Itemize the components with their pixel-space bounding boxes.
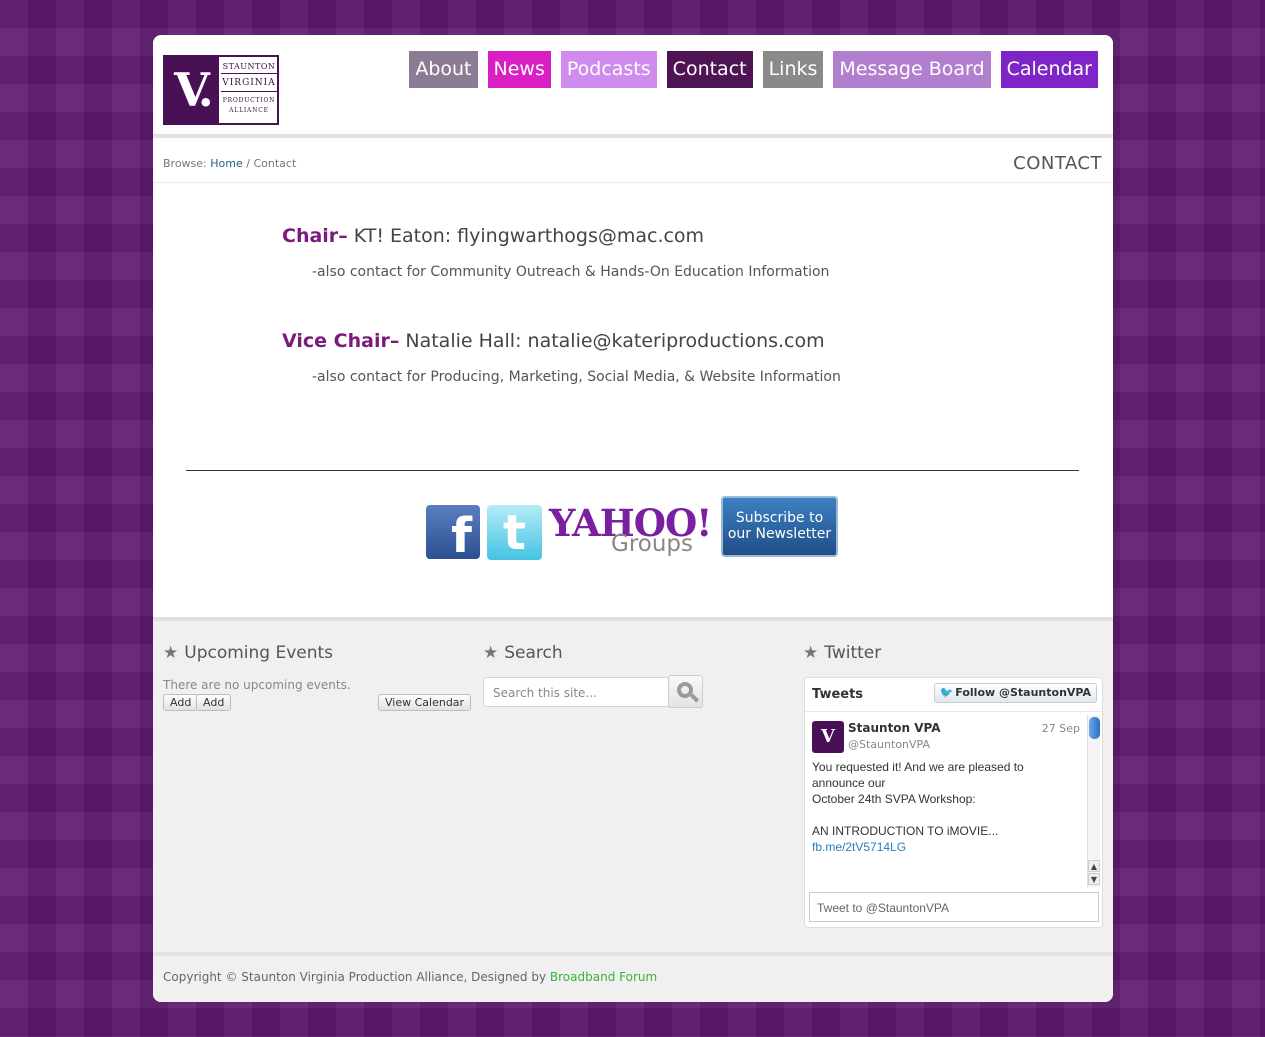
site-header: V. STAUNTON VIRGINIA PRODUCTION ALLIANCE…: [153, 35, 1113, 135]
twitter-title-text: Twitter: [824, 643, 882, 663]
contact-dash: –: [338, 225, 348, 247]
tweet-item: V Staunton VPA @StauntonVPA 27 Sep You r…: [805, 713, 1087, 888]
copyright-text: Copyright © Staunton Virginia Production…: [163, 970, 657, 984]
newsletter-button[interactable]: Subscribe to our Newsletter: [721, 496, 838, 557]
nav-message-board[interactable]: Message Board: [833, 51, 991, 88]
nav-links[interactable]: Links: [762, 51, 824, 88]
contact-vice-chair: Vice Chair– Natalie Hall: natalie@kateri…: [282, 330, 825, 352]
twitter-timeline-header: Tweets 🐦 Follow @StauntonVPA: [805, 678, 1102, 712]
contact-detail: Natalie Hall: natalie@kateriproductions.…: [399, 330, 825, 352]
twitter-widget-title: ★ Twitter: [803, 643, 881, 663]
contact-vice-chair-note: -also contact for Producing, Marketing, …: [312, 369, 841, 385]
newsletter-line1: Subscribe to: [735, 510, 824, 526]
logo-line-staunton: STAUNTON: [221, 59, 277, 74]
newsletter-line2: our Newsletter: [727, 526, 832, 542]
nav-podcasts[interactable]: Podcasts: [560, 51, 657, 88]
timeline-scrollbar[interactable]: ▲ ▼: [1087, 715, 1100, 887]
scroll-up-arrow-icon[interactable]: ▲: [1088, 860, 1100, 872]
search-input[interactable]: Search this site...: [483, 677, 669, 707]
tweet-date[interactable]: 27 Sep: [1042, 722, 1080, 735]
scrollbar-thumb[interactable]: [1089, 717, 1100, 739]
no-events-message: There are no upcoming events.: [163, 678, 351, 692]
yahoo-groups-icon[interactable]: YAHOO! Groups: [549, 501, 714, 561]
content-divider: [186, 470, 1079, 471]
facebook-icon[interactable]: f: [426, 505, 480, 559]
add-button-1[interactable]: Add: [163, 694, 199, 711]
events-title-text: Upcoming Events: [184, 643, 334, 663]
follow-button[interactable]: 🐦 Follow @StauntonVPA: [933, 683, 1097, 703]
star-icon: ★: [803, 643, 819, 663]
star-icon: ★: [163, 643, 179, 663]
twitter-bird-icon: 🐦: [939, 686, 954, 699]
nav-about[interactable]: About: [409, 51, 478, 88]
nav-news[interactable]: News: [487, 51, 551, 88]
main-navigation: About News Podcasts Contact Links Messag…: [409, 51, 1098, 88]
follow-label: Follow @StauntonVPA: [955, 686, 1091, 699]
logo-line-production-alliance: PRODUCTION ALLIANCE: [221, 92, 277, 120]
tweets-heading: Tweets: [812, 687, 864, 702]
breadcrumb-prefix: Browse:: [163, 157, 207, 170]
breadcrumb-home-link[interactable]: Home: [210, 157, 242, 170]
widget-area: ★ Upcoming Events There are no upcoming e…: [153, 617, 1113, 952]
avatar[interactable]: V: [812, 721, 844, 753]
contact-role: Vice Chair: [282, 330, 390, 352]
add-button-2[interactable]: Add: [196, 694, 232, 711]
contact-role: Chair: [282, 225, 339, 247]
tweet-author-handle[interactable]: @StauntonVPA: [848, 738, 930, 751]
breadcrumb-current: Contact: [253, 157, 297, 170]
tweet-body: You requested it! And we are pleased to …: [812, 760, 1024, 838]
breadcrumb: Browse: Home / Contact: [163, 157, 296, 170]
search-button[interactable]: [668, 675, 703, 708]
contact-chair-note: -also contact for Community Outreach & H…: [312, 264, 830, 280]
twitter-icon[interactable]: t: [487, 505, 542, 561]
logo-line-virginia: VIRGINIA: [221, 74, 277, 92]
site-logo[interactable]: V. STAUNTON VIRGINIA PRODUCTION ALLIANCE: [163, 55, 279, 125]
nav-calendar[interactable]: Calendar: [1000, 51, 1098, 88]
page-title: CONTACT: [1013, 153, 1102, 174]
view-calendar-button[interactable]: View Calendar: [378, 694, 472, 711]
scroll-down-arrow-icon[interactable]: ▼: [1088, 873, 1100, 885]
nav-contact[interactable]: Contact: [666, 51, 753, 88]
contact-dash: –: [389, 330, 400, 352]
copyright-line: Copyright © Staunton Virginia Production…: [163, 970, 550, 984]
yahoo-groups-label: Groups: [611, 531, 694, 557]
site-footer: Copyright © Staunton Virginia Production…: [153, 952, 1113, 1002]
breadcrumb-separator: /: [246, 157, 250, 170]
tweet-text: You requested it! And we are pleased to …: [812, 759, 1052, 855]
twitter-timeline: Tweets 🐦 Follow @StauntonVPA V Staunton V…: [804, 677, 1103, 928]
contact-chair: Chair– KT! Eaton: flyingwarthogs@mac.com: [282, 225, 704, 247]
tweet-compose-input[interactable]: Tweet to @StauntonVPA: [809, 892, 1099, 922]
search-widget-title: ★ Search: [483, 643, 563, 663]
logo-words: STAUNTON VIRGINIA PRODUCTION ALLIANCE: [221, 59, 277, 120]
star-icon: ★: [483, 643, 499, 663]
contact-detail: KT! Eaton: flyingwarthogs@mac.com: [347, 225, 705, 247]
breadcrumb-bar: Browse: Home / Contact CONTACT: [153, 138, 1113, 183]
logo-line-alliance: ALLIANCE: [229, 107, 269, 114]
logo-mark: V.: [165, 57, 219, 123]
page-container: V. STAUNTON VIRGINIA PRODUCTION ALLIANCE…: [153, 35, 1113, 1002]
designer-link[interactable]: Broadband Forum: [550, 970, 657, 984]
search-title-text: Search: [504, 643, 563, 663]
events-widget-title: ★ Upcoming Events: [163, 643, 333, 663]
logo-line-production: PRODUCTION: [222, 97, 276, 104]
tweet-author-name[interactable]: Staunton VPA: [848, 721, 941, 735]
search-icon-handle: [689, 693, 700, 703]
tweet-link[interactable]: fb.me/2tV5714LG: [812, 840, 906, 854]
